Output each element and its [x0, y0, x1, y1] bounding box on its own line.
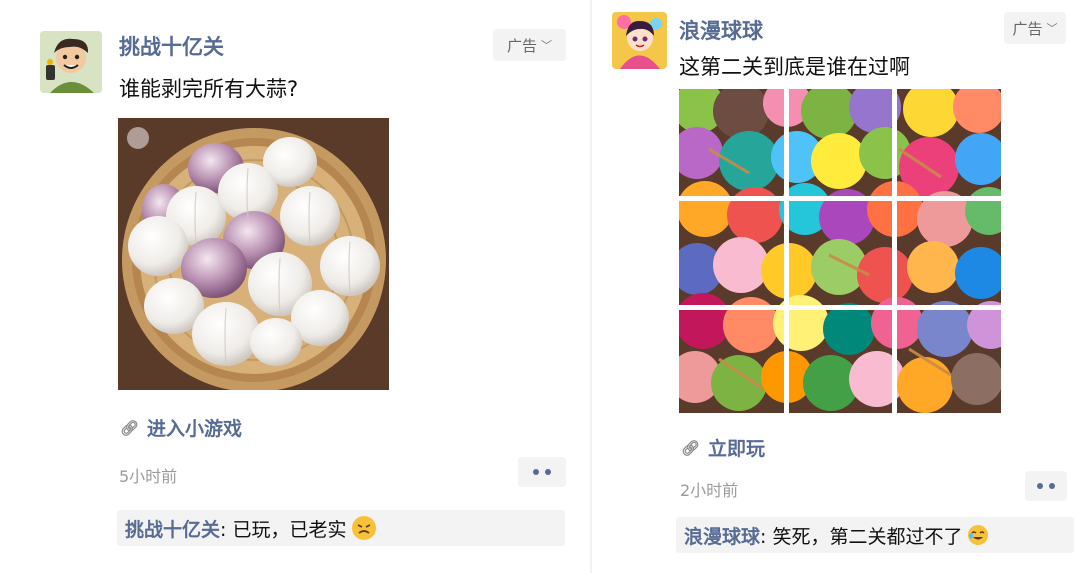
play-now-link[interactable]: 🔗︎ 立即玩 — [681, 434, 765, 461]
yarn-balls-image — [679, 89, 1001, 413]
more-actions-button[interactable] — [1025, 471, 1067, 501]
account-name[interactable]: 浪漫球球 — [679, 15, 763, 45]
persevering-face-icon — [352, 516, 377, 540]
watermark-icon — [127, 127, 149, 149]
dot-icon — [1049, 483, 1055, 489]
post-image-grid[interactable] — [679, 89, 1001, 413]
comment-row[interactable]: 挑战十亿关 : 已玩，已老实 — [117, 510, 565, 546]
avatar[interactable] — [612, 12, 667, 69]
comment-text: : 笑死，第二关都过不了 — [760, 525, 963, 548]
play-now-link-label: 立即玩 — [708, 438, 766, 460]
crying-laughing-face-icon — [968, 525, 989, 545]
anime-girl-avatar-icon — [612, 12, 667, 69]
dot-icon — [533, 469, 539, 475]
avatar[interactable] — [40, 31, 102, 93]
post-time: 2小时前 — [680, 481, 739, 500]
ad-label: 广告 — [506, 36, 537, 55]
moments-ad-post-right: 浪漫球球 广告 ﹀ 这第二关到底是谁在过啊 🔗︎ 立即玩 2小时前 浪漫球球:… — [592, 0, 1080, 573]
comment-author[interactable]: 挑战十亿关 — [125, 515, 220, 542]
cartoon-avatar-icon — [40, 31, 102, 93]
ad-label-button[interactable]: 广告 ﹀ — [493, 29, 566, 61]
post-image[interactable] — [118, 118, 389, 390]
dot-icon — [545, 469, 551, 475]
moments-ad-post-left: 挑战十亿关 广告 ﹀ 谁能剥完所有大蒜? 🔗︎ 进入小游戏 5小时前 挑战十亿关… — [0, 0, 590, 573]
comment-text: : 已玩，已老实 — [220, 518, 347, 541]
more-actions-button[interactable] — [518, 457, 566, 487]
dot-icon — [1037, 483, 1043, 489]
mini-program-icon: 🔗︎ — [120, 418, 140, 437]
chevron-down-icon: ﹀ — [1046, 22, 1058, 35]
mini-program-icon: 🔗︎ — [681, 438, 701, 457]
post-time: 5小时前 — [119, 467, 178, 486]
garlic-basket-image — [118, 118, 389, 390]
post-caption: 谁能剥完所有大蒜? — [119, 77, 299, 101]
chevron-down-icon: ﹀ — [541, 39, 552, 52]
account-name[interactable]: 挑战十亿关 — [119, 31, 224, 61]
comment-author[interactable]: 浪漫球球 — [684, 522, 760, 549]
post-caption: 这第二关到底是谁在过啊 — [679, 55, 910, 79]
comment-row[interactable]: 浪漫球球 : 笑死，第二关都过不了 — [676, 517, 1074, 553]
ad-label-button[interactable]: 广告 ﹀ — [1004, 12, 1066, 44]
mini-game-link-label: 进入小游戏 — [147, 418, 243, 440]
ad-label: 广告 — [1012, 19, 1043, 38]
mini-game-link[interactable]: 🔗︎ 进入小游戏 — [120, 414, 242, 441]
